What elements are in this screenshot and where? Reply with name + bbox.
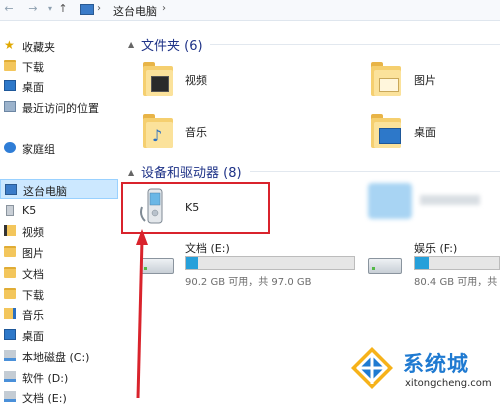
drive-free-space: 90.2 GB 可用，共 97.0 GB	[185, 277, 312, 288]
blurred-device-icon	[368, 183, 412, 219]
sidebar-item-label: 下载	[22, 61, 44, 74]
drive-label[interactable]: 文档 (E:)	[185, 240, 230, 256]
highlight-box	[121, 182, 270, 234]
sidebar-item-recent-places[interactable]: 最近访问的位置	[0, 97, 118, 117]
drive-icon	[4, 350, 16, 361]
sidebar-item-label: 家庭组	[22, 143, 55, 156]
recent-places-icon	[4, 101, 16, 112]
sidebar-item-videos[interactable]: 视频	[0, 221, 118, 241]
documents-folder-icon	[4, 267, 16, 278]
sidebar-item-label: 音乐	[22, 309, 44, 322]
pictures-folder-icon[interactable]	[371, 60, 401, 96]
navigation-pane: ★ 收藏夹 下载 桌面 最近访问的位置 家庭组 这台电脑 K5 视频 图片 文档…	[0, 21, 118, 405]
star-icon: ★	[4, 38, 15, 52]
folder-label[interactable]: 桌面	[414, 124, 436, 140]
back-arrow-icon[interactable]: ←	[2, 2, 16, 16]
forward-arrow-icon[interactable]: →	[26, 2, 40, 16]
sidebar-item-drive-e[interactable]: 文档 (E:)	[0, 387, 118, 407]
folder-label[interactable]: 视频	[185, 72, 207, 88]
sidebar-item-favorites[interactable]: ★ 收藏夹	[0, 36, 118, 56]
desktop-icon	[4, 80, 16, 91]
blurred-device[interactable]	[368, 183, 498, 223]
up-arrow-icon[interactable]: ↑	[56, 2, 70, 16]
sidebar-item-music[interactable]: 音乐	[0, 304, 118, 324]
drive-icon[interactable]	[368, 250, 402, 276]
drive-usage-bar	[414, 256, 500, 270]
sidebar-item-label: 视频	[22, 226, 44, 239]
videos-folder-icon[interactable]	[143, 60, 173, 96]
sidebar-item-label: 桌面	[22, 330, 44, 343]
sidebar-item-k5[interactable]: K5	[0, 201, 118, 221]
watermark-name: 系统城	[403, 352, 469, 376]
sidebar-item-label: 文档 (E:)	[22, 392, 67, 405]
blurred-device-label	[420, 195, 480, 205]
section-collapse-chevron-icon[interactable]: ▲	[128, 40, 134, 49]
downloads-folder-icon	[4, 288, 16, 299]
sidebar-item-pictures[interactable]: 图片	[0, 242, 118, 262]
downloads-folder-icon	[4, 60, 16, 71]
sidebar-item-drive-d[interactable]: 软件 (D:)	[0, 367, 118, 387]
drive-usage-fill	[415, 257, 429, 269]
folder-label[interactable]: 音乐	[185, 124, 207, 140]
breadcrumb-location[interactable]: 这台电脑	[113, 3, 157, 19]
breadcrumb-chevron-icon[interactable]: ›	[97, 3, 101, 14]
desktop-icon	[4, 329, 16, 340]
drive-usage-bar	[185, 256, 355, 270]
breadcrumb-chevron-icon[interactable]: ›	[162, 3, 166, 14]
devices-section-header[interactable]: 设备和驱动器 (8)	[141, 162, 242, 181]
music-folder-icon	[4, 308, 16, 319]
sidebar-item-label: 最近访问的位置	[22, 102, 99, 115]
sidebar-item-label: K5	[22, 204, 37, 217]
watermark-logo: 系统城 xitongcheng.com	[345, 342, 500, 400]
recent-locations-dropdown-icon[interactable]: ▾	[43, 2, 57, 16]
section-divider	[250, 171, 500, 172]
drive-icon[interactable]	[140, 250, 174, 276]
sidebar-item-label: 下载	[22, 289, 44, 302]
phone-icon	[6, 205, 14, 216]
sidebar-item-this-pc[interactable]: 这台电脑	[0, 179, 118, 199]
sidebar-item-desktop[interactable]: 桌面	[0, 76, 118, 96]
sidebar-item-downloads[interactable]: 下载	[0, 56, 118, 76]
folders-section-header[interactable]: 文件夹 (6)	[141, 35, 203, 54]
section-collapse-chevron-icon[interactable]: ▲	[128, 168, 134, 177]
watermark-diamond-icon	[351, 347, 393, 389]
sidebar-item-desktop-2[interactable]: 桌面	[0, 325, 118, 345]
sidebar-item-label: 文档	[22, 268, 44, 281]
homegroup-icon	[4, 142, 16, 153]
sidebar-item-homegroup[interactable]: 家庭组	[0, 138, 118, 158]
sidebar-item-label: 这台电脑	[23, 185, 67, 198]
watermark-url: xitongcheng.com	[405, 378, 492, 389]
sidebar-item-label: 图片	[22, 247, 44, 260]
sidebar-item-downloads-2[interactable]: 下载	[0, 284, 118, 304]
sidebar-item-documents[interactable]: 文档	[0, 263, 118, 283]
sidebar-item-label: 桌面	[22, 81, 44, 94]
drive-icon	[4, 371, 16, 382]
desktop-folder-icon[interactable]	[371, 112, 401, 148]
sidebar-item-label: 软件 (D:)	[22, 372, 69, 385]
music-folder-icon[interactable]: ♪	[143, 112, 173, 148]
folder-label[interactable]: 图片	[414, 72, 436, 88]
videos-folder-icon	[4, 225, 16, 236]
section-divider	[210, 44, 500, 45]
drive-usage-fill	[186, 257, 198, 269]
computer-icon	[80, 4, 94, 15]
drive-icon	[4, 391, 16, 402]
computer-icon	[5, 184, 17, 195]
address-bar: ← → ▾ ↑ › 这台电脑 ›	[0, 0, 500, 21]
sidebar-item-label: 本地磁盘 (C:)	[22, 351, 90, 364]
sidebar-item-drive-c[interactable]: 本地磁盘 (C:)	[0, 346, 118, 366]
pictures-folder-icon	[4, 246, 16, 257]
drive-label[interactable]: 娱乐 (F:)	[414, 240, 457, 256]
sidebar-item-label: 收藏夹	[22, 41, 55, 54]
drive-free-space: 80.4 GB 可用，共	[414, 277, 498, 288]
